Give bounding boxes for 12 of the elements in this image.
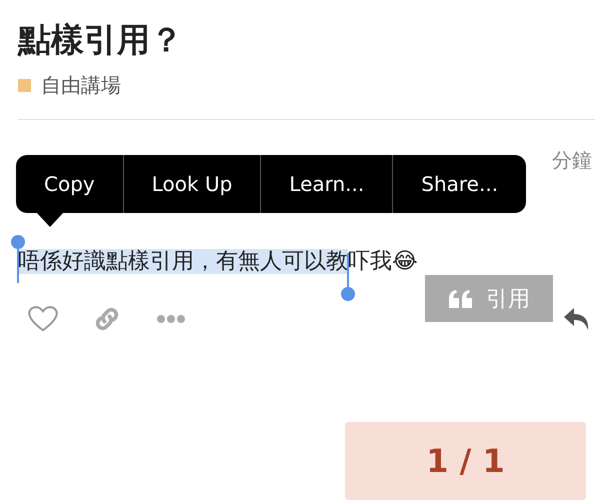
menu-item[interactable]: Look Up (122, 155, 260, 213)
quote-icon (448, 288, 474, 308)
more-icon (156, 314, 186, 324)
progress-count: 1 / 1 (426, 442, 505, 480)
like-button[interactable] (28, 305, 58, 333)
menu-item[interactable]: Share... (392, 155, 526, 213)
topic-title: 點樣引用？ (18, 19, 184, 61)
post-time: 分鐘 (552, 146, 592, 174)
menu-item[interactable]: Learn... (260, 155, 392, 213)
heart-icon (28, 305, 58, 333)
category-link[interactable]: 自由講場 (41, 72, 121, 99)
menu-item[interactable]: Copy (16, 155, 123, 213)
